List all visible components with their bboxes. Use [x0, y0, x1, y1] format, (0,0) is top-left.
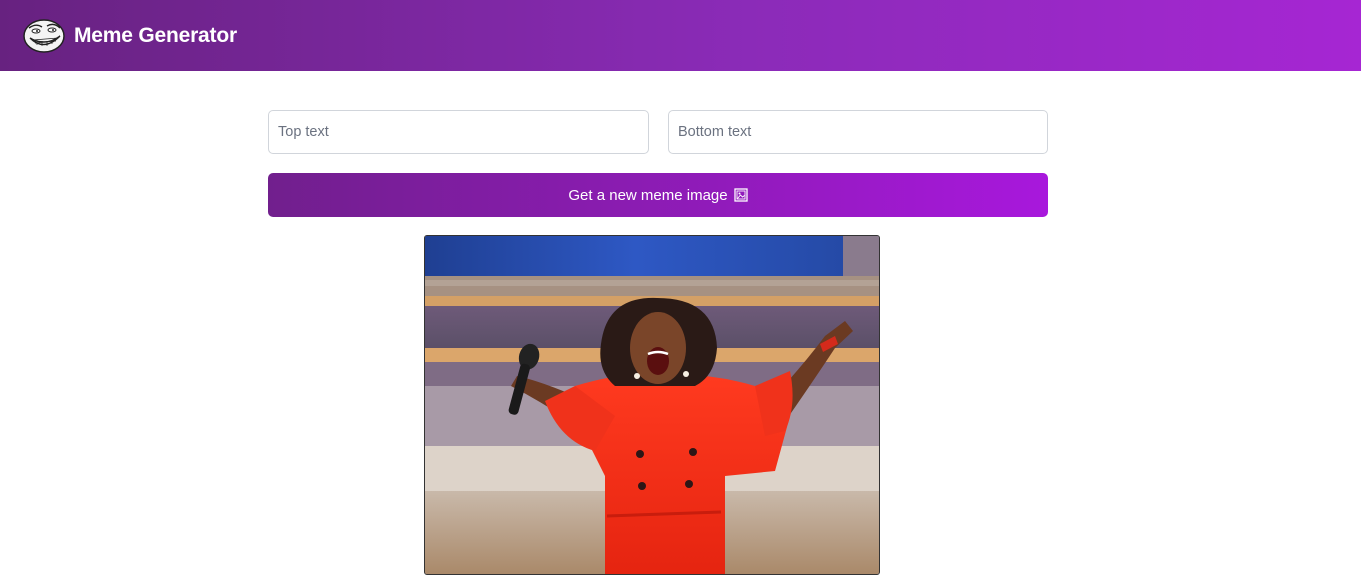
get-new-meme-button[interactable]: Get a new meme image	[268, 173, 1048, 217]
app-title: Meme Generator	[74, 23, 237, 47]
meme-image	[424, 235, 880, 575]
app-header: Meme Generator	[0, 0, 1361, 71]
get-new-meme-label: Get a new meme image	[568, 186, 728, 204]
framed-picture-icon	[733, 188, 748, 202]
meme-picture	[425, 236, 879, 574]
bottom-text-input[interactable]	[668, 110, 1048, 154]
top-text-input[interactable]	[268, 110, 649, 154]
troll-face-icon	[23, 18, 65, 53]
